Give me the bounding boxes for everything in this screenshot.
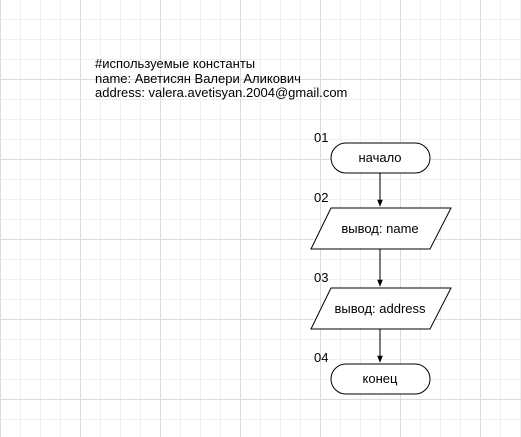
- flowchart-canvas: начало 01 вывод: name 02 вывод: address …: [310, 130, 452, 395]
- end-node-label: конец: [363, 371, 398, 386]
- start-node-label: начало: [358, 150, 401, 165]
- output-name-label: вывод: name: [341, 221, 418, 236]
- start-node[interactable]: начало: [330, 142, 431, 174]
- output-address-node[interactable]: вывод: address: [310, 287, 452, 330]
- step-number-03: 03: [314, 270, 328, 285]
- step-number-04: 04: [314, 350, 328, 365]
- step-number-01: 01: [314, 130, 328, 145]
- output-address-label: вывод: address: [334, 301, 426, 316]
- end-node[interactable]: конец: [330, 363, 431, 395]
- step-number-02: 02: [314, 190, 328, 205]
- output-name-node[interactable]: вывод: name: [310, 207, 452, 250]
